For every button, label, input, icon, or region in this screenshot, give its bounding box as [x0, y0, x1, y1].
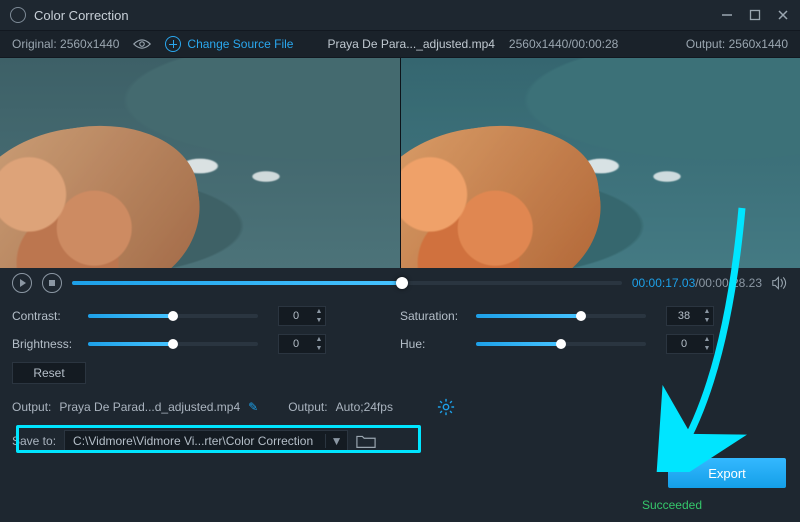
output-format-label: Output:	[288, 400, 327, 414]
total-time: 00:00:28.23	[699, 276, 762, 290]
saturation-slider[interactable]	[476, 314, 646, 318]
output-settings-icon[interactable]	[437, 398, 455, 416]
adjustment-panel: Contrast: 0▲▼ Saturation: 38▲▼ Brightnes…	[0, 298, 800, 384]
preview-visibility-icon[interactable]	[133, 37, 151, 51]
stop-button[interactable]	[42, 273, 62, 293]
preview-original	[0, 58, 400, 268]
output-filename: Praya De Parad...d_adjusted.mp4	[59, 400, 240, 414]
saturation-value-input[interactable]: 38▲▼	[666, 306, 714, 326]
minimize-button[interactable]	[720, 8, 734, 22]
plus-circle-icon	[165, 36, 181, 52]
stepper-up-icon[interactable]: ▲	[701, 335, 713, 344]
preview-adjusted	[400, 58, 800, 268]
stepper-down-icon[interactable]: ▼	[701, 316, 713, 325]
saturation-label: Saturation:	[400, 309, 466, 323]
seek-thumb[interactable]	[396, 277, 408, 289]
save-path-value: C:\Vidmore\Vidmore Vi...rter\Color Corre…	[65, 434, 325, 448]
brightness-label: Brightness:	[12, 337, 78, 351]
window-title: Color Correction	[34, 8, 720, 23]
playback-bar: 00:00:17.03/00:00:28.23	[0, 268, 800, 298]
hue-label: Hue:	[400, 337, 466, 351]
rename-output-icon[interactable]: ✎	[248, 400, 258, 414]
output-panel: Output: Praya De Parad...d_adjusted.mp4 …	[0, 394, 800, 462]
original-label: Original: 2560x1440	[12, 37, 119, 51]
reset-button[interactable]: Reset	[12, 362, 86, 384]
volume-icon[interactable]	[772, 276, 788, 290]
stepper-down-icon[interactable]: ▼	[313, 316, 325, 325]
hue-slider[interactable]	[476, 342, 646, 346]
stepper-up-icon[interactable]: ▲	[313, 307, 325, 316]
output-format-value: Auto;24fps	[336, 400, 393, 414]
info-bar: Original: 2560x1440 Change Source File P…	[0, 30, 800, 58]
seek-slider[interactable]	[72, 281, 622, 285]
close-button[interactable]	[776, 8, 790, 22]
open-folder-icon[interactable]	[356, 433, 376, 449]
preview-compare	[0, 58, 800, 268]
contrast-slider[interactable]	[88, 314, 258, 318]
maximize-button[interactable]	[748, 8, 762, 22]
change-source-label: Change Source File	[187, 37, 293, 51]
status-succeeded: Succeeded	[642, 498, 702, 512]
save-to-row: Save to: C:\Vidmore\Vidmore Vi...rter\Co…	[12, 428, 788, 454]
current-time: 00:00:17.03	[632, 276, 695, 290]
stepper-up-icon[interactable]: ▲	[701, 307, 713, 316]
save-path-box[interactable]: C:\Vidmore\Vidmore Vi...rter\Color Corre…	[64, 430, 348, 452]
stepper-down-icon[interactable]: ▼	[313, 344, 325, 353]
title-bar: Color Correction	[0, 0, 800, 30]
save-to-label: Save to:	[12, 434, 56, 448]
source-filename: Praya De Para..._adjusted.mp4	[327, 37, 494, 51]
contrast-value-input[interactable]: 0▲▼	[278, 306, 326, 326]
app-logo-icon	[10, 7, 26, 23]
play-button[interactable]	[12, 273, 32, 293]
change-source-file-button[interactable]: Change Source File	[165, 36, 293, 52]
output-file-row: Output: Praya De Parad...d_adjusted.mp4 …	[12, 394, 788, 420]
stepper-up-icon[interactable]: ▲	[313, 335, 325, 344]
export-button[interactable]: Export	[668, 458, 786, 488]
output-dim-label: Output: 2560x1440	[686, 37, 788, 51]
brightness-slider[interactable]	[88, 342, 258, 346]
output-file-label: Output:	[12, 400, 51, 414]
source-dim-duration: 2560x1440/00:00:28	[509, 37, 618, 51]
stepper-down-icon[interactable]: ▼	[701, 344, 713, 353]
contrast-label: Contrast:	[12, 309, 78, 323]
save-path-dropdown-icon[interactable]: ▼	[325, 434, 347, 448]
hue-value-input[interactable]: 0▲▼	[666, 334, 714, 354]
seek-fill	[72, 281, 402, 285]
brightness-value-input[interactable]: 0▲▼	[278, 334, 326, 354]
time-display: 00:00:17.03/00:00:28.23	[632, 276, 762, 290]
